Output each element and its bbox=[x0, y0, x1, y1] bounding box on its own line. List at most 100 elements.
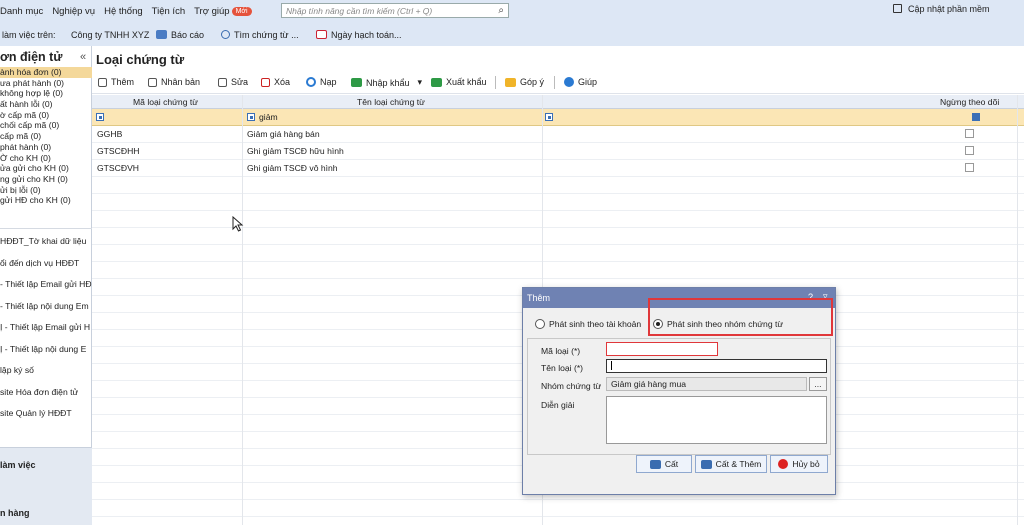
sidebar-item[interactable]: phát hành (0) bbox=[0, 142, 92, 153]
save-button[interactable]: Cất bbox=[636, 455, 692, 473]
sidebar-section-item[interactable]: - Thiết lập nội dung Em bbox=[0, 296, 92, 318]
cancel-button[interactable]: Hủy bỏ bbox=[770, 455, 828, 473]
import-button[interactable]: Nhập khẩu ▾ bbox=[351, 77, 422, 88]
document-group-label: Nhóm chứng từ bbox=[541, 381, 602, 391]
browse-group-button[interactable]: ... bbox=[809, 377, 827, 391]
name-input[interactable] bbox=[606, 359, 827, 373]
search-icon[interactable]: ⌕ bbox=[498, 5, 504, 16]
sidebar-item[interactable]: ờ cấp mã (0) bbox=[0, 110, 92, 121]
sidebar-section-item[interactable]: HĐĐT_Tờ khai dữ liệu bbox=[0, 231, 92, 253]
sidebar-item[interactable]: ất hành lỗi (0) bbox=[0, 99, 92, 110]
filter-name-value[interactable]: giảm bbox=[259, 112, 278, 122]
edit-icon bbox=[218, 77, 227, 87]
column-header-code[interactable]: Mã loại chứng từ bbox=[133, 97, 198, 107]
code-label: Mã loại (*) bbox=[541, 346, 581, 356]
document-group-field[interactable]: Giảm giá hàng mua bbox=[606, 377, 807, 391]
filter-code-icon[interactable] bbox=[96, 113, 104, 121]
sidebar-footer-workplace[interactable]: làm việc bbox=[0, 460, 36, 470]
sidebar-item[interactable]: ửi bị lỗi (0) bbox=[0, 185, 92, 196]
description-label: Diễn giải bbox=[541, 400, 575, 410]
grid-header: Mã loại chứng từ Tên loại chứng từ Ngừng… bbox=[92, 95, 1024, 109]
sidebar-item[interactable]: chối cấp mã (0) bbox=[0, 120, 92, 131]
radio-button-icon bbox=[535, 319, 545, 329]
save-and-add-button[interactable]: Cất & Thêm bbox=[695, 455, 767, 473]
sidebar-sections: HĐĐT_Tờ khai dữ liệu ổi đến dịch vụ HĐĐT… bbox=[0, 231, 92, 425]
add-icon bbox=[98, 77, 107, 87]
cell-code: GTSCĐHH bbox=[97, 146, 140, 156]
feedback-icon bbox=[505, 77, 516, 87]
sidebar-section-item[interactable]: lập ký số bbox=[0, 360, 92, 382]
find-document-label: Tìm chứng từ ... bbox=[234, 30, 299, 40]
menu-item-tien-ich[interactable]: Tiện ích bbox=[152, 6, 185, 18]
export-button[interactable]: Xuất khẩu bbox=[431, 77, 487, 87]
description-textarea[interactable] bbox=[606, 396, 827, 444]
menu-item-nghiep-vu[interactable]: Nghiệp vụ bbox=[52, 6, 95, 18]
menu-item-tro-giup[interactable]: Trợ giúp Mới bbox=[194, 6, 252, 18]
menu-item-danh-muc[interactable]: Danh mục bbox=[0, 6, 43, 18]
save-add-icon bbox=[700, 459, 712, 469]
sidebar-item[interactable]: ưa phát hành (0) bbox=[0, 78, 92, 89]
sidebar-item[interactable]: cấp mã (0) bbox=[0, 131, 92, 142]
stop-tracking-checkbox[interactable] bbox=[965, 163, 974, 172]
help-button[interactable]: Giúp bbox=[564, 77, 597, 87]
import-dropdown-icon[interactable]: ▾ bbox=[418, 77, 423, 88]
find-document-button[interactable]: Tìm chứng từ ... bbox=[221, 30, 299, 40]
text-caret bbox=[611, 361, 612, 370]
sidebar-section-item[interactable]: - Thiết lập Email gửi HĐ bbox=[0, 274, 92, 296]
sidebar-invoice-list: ành hóa đơn (0) ưa phát hành (0) không h… bbox=[0, 67, 92, 206]
reload-button[interactable]: Nạp bbox=[306, 77, 337, 87]
sidebar-section-item[interactable]: site Quản lý HĐĐT bbox=[0, 403, 92, 425]
filter-checkbox-icon[interactable] bbox=[972, 113, 980, 121]
grid-filter-row: giảm bbox=[92, 109, 1024, 126]
menu-item-he-thong[interactable]: Hệ thống bbox=[104, 6, 143, 18]
company-name[interactable]: Công ty TNHH XYZ bbox=[71, 30, 149, 40]
cell-name: Giảm giá hàng bán bbox=[247, 129, 320, 139]
sidebar-item[interactable]: ành hóa đơn (0) bbox=[0, 67, 92, 78]
feedback-button[interactable]: Góp ý bbox=[505, 77, 544, 87]
code-input[interactable] bbox=[606, 342, 718, 356]
search-input[interactable]: Nhập tính năng cần tìm kiếm (Ctrl + Q) ⌕ bbox=[281, 3, 509, 18]
table-row[interactable]: GGHB Giảm giá hàng bán bbox=[92, 126, 1024, 143]
sidebar-item[interactable]: không hợp lệ (0) bbox=[0, 88, 92, 99]
report-icon bbox=[156, 30, 167, 39]
toolbar-separator bbox=[495, 76, 496, 89]
stop-tracking-checkbox[interactable] bbox=[965, 129, 974, 138]
edit-button[interactable]: Sửa bbox=[218, 77, 248, 87]
sidebar-section-item[interactable]: Ị - Thiết lập nội dung E bbox=[0, 339, 92, 361]
menu-item-tro-giup-label: Trợ giúp bbox=[194, 6, 230, 17]
collapse-sidebar-icon[interactable]: « bbox=[80, 51, 86, 63]
table-row[interactable]: GTSCĐHH Ghi giảm TSCĐ hữu hình bbox=[92, 143, 1024, 160]
column-header-stop-tracking[interactable]: Ngừng theo dõi bbox=[940, 97, 999, 107]
delete-button[interactable]: Xóa bbox=[261, 77, 290, 87]
stop-tracking-checkbox[interactable] bbox=[965, 146, 974, 155]
table-row[interactable]: GTSCĐVH Ghi giảm TSCĐ vô hình bbox=[92, 160, 1024, 177]
sidebar-item[interactable]: ửa gửi cho KH (0) bbox=[0, 163, 92, 174]
name-label: Tên loại (*) bbox=[541, 363, 584, 373]
search-placeholder: Nhập tính năng cần tìm kiếm (Ctrl + Q) bbox=[286, 6, 433, 16]
duplicate-icon bbox=[148, 77, 157, 87]
save-and-add-label: Cất & Thêm bbox=[715, 459, 762, 469]
accounting-date-button[interactable]: Ngày hạch toán... bbox=[316, 30, 402, 40]
sidebar-item[interactable]: ng gửi cho KH (0) bbox=[0, 174, 92, 185]
filter-stop-icon[interactable] bbox=[545, 113, 553, 121]
sidebar-section-item[interactable]: ổi đến dịch vụ HĐĐT bbox=[0, 253, 92, 275]
duplicate-label: Nhân bản bbox=[161, 77, 201, 87]
report-button[interactable]: Báo cáo bbox=[156, 30, 204, 40]
add-button[interactable]: Thêm bbox=[98, 77, 134, 87]
sidebar-section-item[interactable]: Ị - Thiết lập Email gửi H bbox=[0, 317, 92, 339]
sidebar-item[interactable]: gửi HĐ cho KH (0) bbox=[0, 195, 92, 206]
column-header-name[interactable]: Tên loại chứng từ bbox=[357, 97, 425, 107]
sidebar-item[interactable]: Ờ cho KH (0) bbox=[0, 153, 92, 164]
duplicate-button[interactable]: Nhân bản bbox=[148, 77, 200, 87]
calendar-icon bbox=[316, 30, 327, 39]
import-icon bbox=[351, 78, 362, 87]
update-software-button[interactable]: Cập nhật phần mềm bbox=[893, 4, 990, 14]
update-label: Cập nhật phần mềm bbox=[908, 4, 990, 14]
help-icon bbox=[564, 77, 574, 87]
sidebar-footer-sales[interactable]: n hàng bbox=[0, 508, 30, 518]
filter-name-icon[interactable] bbox=[247, 113, 255, 121]
radio-by-account[interactable]: Phát sinh theo tài khoản bbox=[535, 319, 641, 329]
edit-label: Sửa bbox=[231, 77, 249, 87]
cell-name: Ghi giảm TSCĐ vô hình bbox=[247, 163, 338, 173]
sidebar-section-item[interactable]: site Hóa đơn điện tử bbox=[0, 382, 92, 404]
